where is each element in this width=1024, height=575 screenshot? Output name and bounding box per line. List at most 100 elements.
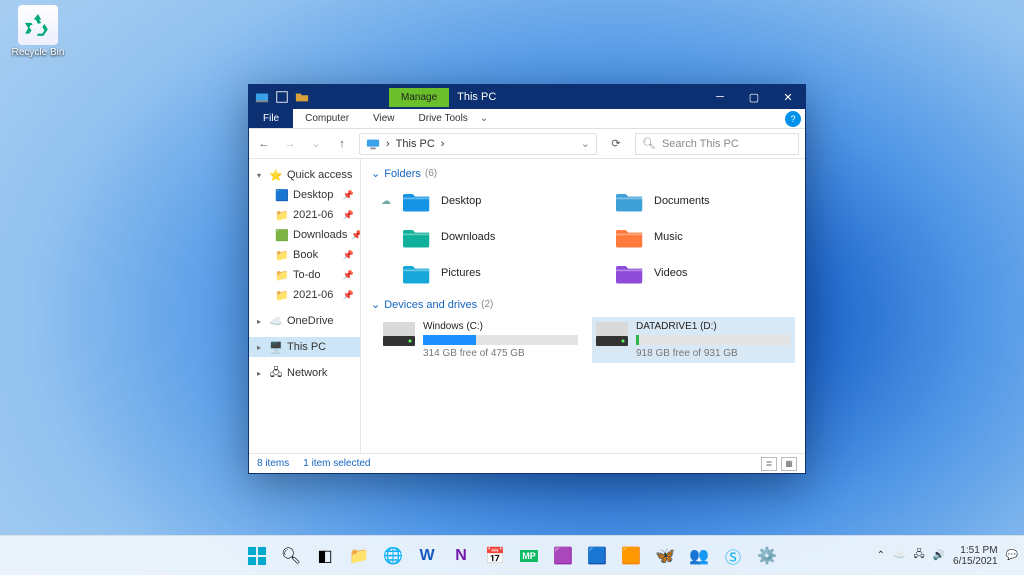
folder-icon: 📁 [275, 288, 289, 302]
folder-item[interactable]: Pictures [379, 258, 582, 288]
ribbon-file-tab[interactable]: File [249, 109, 293, 128]
folder-icon: 🟩 [275, 228, 289, 242]
drive-icon [383, 321, 415, 347]
ribbon-tab-drive-tools[interactable]: Drive Tools [407, 109, 480, 128]
taskbar-taskview-button[interactable]: ◧ [311, 542, 339, 570]
taskbar-mp-button[interactable]: MP [515, 542, 543, 570]
status-selected-count: 1 item selected [303, 458, 370, 469]
view-icons-button[interactable]: ▦ [781, 457, 797, 471]
folder-item[interactable]: Downloads [379, 222, 582, 252]
folder-item[interactable]: ☁Desktop [379, 186, 582, 216]
chevron-right-icon: ▸ [257, 343, 265, 352]
nav-recent-button[interactable]: ⌄ [307, 135, 325, 153]
sidebar-this-pc[interactable]: ▸ 🖥️ This PC [249, 337, 360, 357]
search-placeholder: Search This PC [662, 138, 739, 150]
pin-icon: 📌 [343, 250, 354, 261]
ribbon-collapse-icon[interactable]: ⌄ [480, 113, 488, 124]
sidebar-onedrive[interactable]: ▸ ☁️ OneDrive [249, 311, 360, 331]
sidebar-item-book[interactable]: 📁Book📌 [249, 245, 360, 265]
drive-free-text: 918 GB free of 931 GB [636, 348, 791, 359]
taskbar-app-button[interactable]: 🟪 [549, 542, 577, 570]
nav-back-button[interactable]: ← [255, 135, 273, 153]
titlebar[interactable]: Manage This PC ─ ▢ ✕ [249, 85, 805, 109]
drive-usage-bar [423, 335, 578, 345]
qat-newfolder-icon[interactable] [295, 90, 309, 104]
sidebar-item-2021-06b[interactable]: 📁2021-06📌 [249, 285, 360, 305]
taskbar-settings-button[interactable]: ⚙️ [753, 542, 781, 570]
minimize-button[interactable]: ─ [703, 85, 737, 109]
sidebar-network[interactable]: ▸ 🖧 Network [249, 363, 360, 383]
sidebar-item-2021-06[interactable]: 📁2021-06📌 [249, 205, 360, 225]
start-button[interactable] [243, 542, 271, 570]
folder-icon: 📁 [275, 268, 289, 282]
drive-label: DATADRIVE1 (D:) [636, 321, 791, 332]
tray-network-icon[interactable]: 🖧 [913, 547, 924, 564]
maximize-button[interactable]: ▢ [737, 85, 771, 109]
folder-label: Desktop [441, 195, 481, 207]
address-dropdown-icon[interactable]: ⌄ [581, 137, 590, 150]
folder-item[interactable]: Documents [592, 186, 795, 216]
sidebar-item-desktop[interactable]: 🟦Desktop📌 [249, 185, 360, 205]
taskbar-edge-button[interactable]: 🌐 [379, 542, 407, 570]
tray-overflow-icon[interactable]: ⌃ [877, 550, 885, 561]
taskbar-app2-button[interactable]: 🟦 [583, 542, 611, 570]
sidebar-item-downloads[interactable]: 🟩Downloads📌 [249, 225, 360, 245]
address-bar[interactable]: › This PC › ⌄ [359, 133, 597, 155]
taskbar-onenote-button[interactable]: N [447, 542, 475, 570]
chevron-down-icon: ▾ [257, 171, 265, 180]
ribbon: File Computer View Drive Tools ⌄ ? [249, 109, 805, 129]
drive-item[interactable]: Windows (C:)314 GB free of 475 GB [379, 317, 582, 363]
folder-item[interactable]: Music [592, 222, 795, 252]
search-box[interactable]: 🔍︎ Search This PC [635, 133, 799, 155]
taskbar-clock[interactable]: 1:51 PM 6/15/2021 [953, 545, 998, 567]
chevron-down-icon: ⌄ [371, 167, 380, 180]
address-segment: › [386, 138, 390, 150]
nav-up-button[interactable]: ↑ [333, 135, 351, 153]
ribbon-tab-computer[interactable]: Computer [293, 109, 361, 128]
folder-label: Pictures [441, 267, 481, 279]
taskbar-calendar-button[interactable]: 📅 [481, 542, 509, 570]
folder-item[interactable]: Videos [592, 258, 795, 288]
drive-label: Windows (C:) [423, 321, 578, 332]
group-header-drives[interactable]: ⌄ Devices and drives (2) [371, 298, 795, 311]
tray-notifications-icon[interactable]: 💬 [1006, 550, 1018, 561]
tray-onedrive-icon[interactable]: ☁️ [893, 550, 905, 561]
navigation-pane: ▾ ⭐ Quick access 🟦Desktop📌 📁2021-06📌 🟩Do… [249, 159, 361, 453]
search-icon: 🔍︎ [642, 137, 656, 150]
drive-icon [596, 321, 628, 347]
taskbar: 🔍︎ ◧ 📁 🌐 W N 📅 MP 🟪 🟦 🟧 🦋 👥 Ⓢ ⚙️ ⌃ ☁️ 🖧 … [0, 535, 1024, 575]
taskbar-app4-button[interactable]: 🦋 [651, 542, 679, 570]
taskbar-search-button[interactable]: 🔍︎ [277, 542, 305, 570]
pin-icon: 📌 [343, 210, 354, 221]
address-segment: › [441, 138, 445, 150]
taskbar-explorer-button[interactable]: 📁 [345, 542, 373, 570]
nav-forward-button[interactable]: → [281, 135, 299, 153]
sidebar-quick-access[interactable]: ▾ ⭐ Quick access [249, 165, 360, 185]
folder-icon [614, 188, 646, 214]
tray-volume-icon[interactable]: 🔊 [933, 550, 945, 561]
group-header-folders[interactable]: ⌄ Folders (6) [371, 167, 795, 180]
folder-label: Documents [654, 195, 710, 207]
recycle-bin-label: Recycle Bin [12, 47, 65, 58]
folder-icon [614, 260, 646, 286]
address-bar-row: ← → ⌄ ↑ › This PC › ⌄ ⟳ 🔍︎ Search This P… [249, 129, 805, 159]
drive-item[interactable]: DATADRIVE1 (D:) 918 GB free of 931 GB [592, 317, 795, 363]
refresh-button[interactable]: ⟳ [605, 133, 627, 155]
taskbar-app3-button[interactable]: 🟧 [617, 542, 645, 570]
star-icon: ⭐ [269, 168, 283, 182]
system-menu-icon[interactable] [255, 90, 269, 104]
qat-properties-icon[interactable] [275, 90, 289, 104]
close-button[interactable]: ✕ [771, 85, 805, 109]
recycle-bin[interactable]: Recycle Bin [8, 5, 68, 58]
ribbon-tab-view[interactable]: View [361, 109, 407, 128]
chevron-right-icon: ▸ [257, 369, 265, 378]
view-details-button[interactable]: ≣ [761, 457, 777, 471]
taskbar-word-button[interactable]: W [413, 542, 441, 570]
taskbar-skype-button[interactable]: Ⓢ [719, 542, 747, 570]
sidebar-item-todo[interactable]: 📁To-do📌 [249, 265, 360, 285]
pin-icon: 📌 [343, 290, 354, 301]
taskbar-teams-button[interactable]: 👥 [685, 542, 713, 570]
folder-label: Music [654, 231, 683, 243]
help-icon[interactable]: ? [785, 111, 801, 127]
recycle-bin-icon [18, 5, 58, 45]
